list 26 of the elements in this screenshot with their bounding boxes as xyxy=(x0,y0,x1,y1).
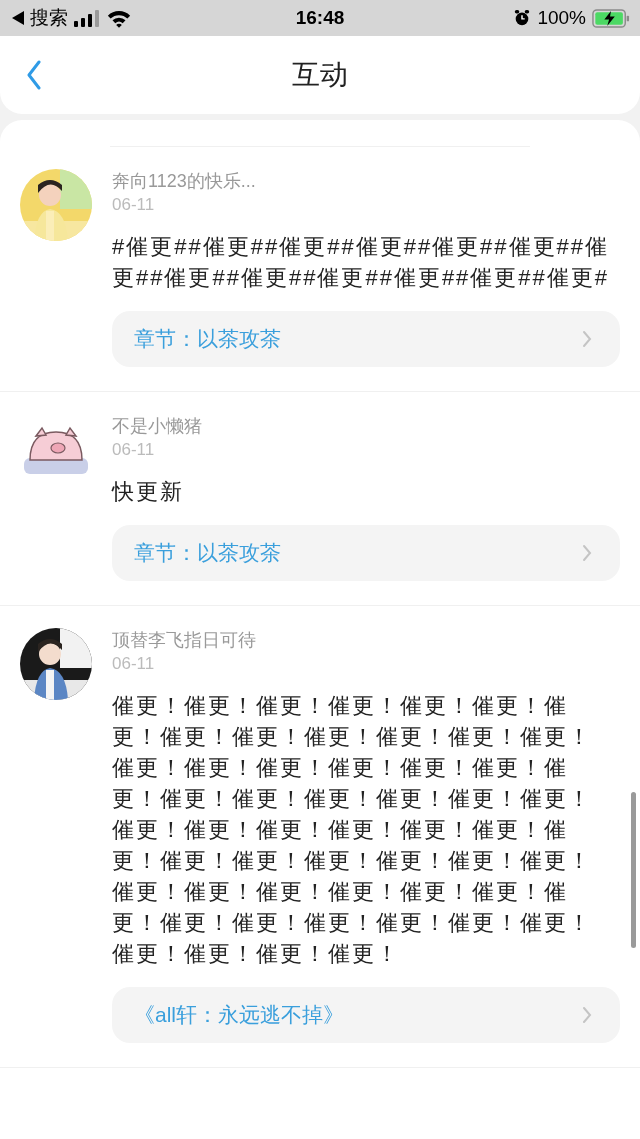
scrollbar[interactable] xyxy=(631,792,636,948)
chevron-right-icon xyxy=(582,330,592,348)
chapter-link[interactable]: 章节：以茶攻茶 xyxy=(112,525,620,581)
back-app-label[interactable]: 搜索 xyxy=(30,5,68,31)
user-name[interactable]: 顶替李飞指日可待 xyxy=(112,628,256,652)
comment-date: 06-11 xyxy=(112,194,155,216)
battery-charging-icon xyxy=(592,8,630,28)
comment-text: 催更！催更！催更！催更！催更！催更！催更！催更！催更！催更！催更！催更！催更！催更！催更！催更！催更！催更！催更！催更！催更！催更！催更！催更！催更！催更！催更！催更！催更！催更！催更！催更！催更！催更！催更！催更！催更！催更！催更！催更！催更！催更！催更！催更！催更！催更！催更！催更！催更！催更！催更！催更！催更！催更！催更！催更！ xyxy=(112,692,593,968)
clock-time: 16:48 xyxy=(294,7,346,29)
chevron-right-icon xyxy=(582,544,592,562)
chapter-link[interactable]: 章节：以茶攻茶 xyxy=(112,311,620,367)
chevron-right-icon xyxy=(582,1006,592,1024)
user-name[interactable]: 奔向1123的快乐... xyxy=(112,169,256,193)
battery-percent: 100% xyxy=(537,7,586,29)
back-icon[interactable] xyxy=(26,60,42,90)
back-arrow-icon[interactable] xyxy=(12,11,24,25)
comment-text: #催更##催更##催更##催更##催更##催更##催更##催更##催更##催更##催更##催更##催更# xyxy=(112,233,611,292)
wifi-icon xyxy=(106,8,132,28)
alarm-clock-icon xyxy=(513,9,532,27)
comment-text: 快更新 xyxy=(112,478,185,506)
comment-date: 06-11 xyxy=(112,439,155,461)
chapter-link[interactable]: 《all轩：永远逃不掉》 xyxy=(112,987,620,1043)
user-name[interactable]: 不是小懒猪 xyxy=(112,414,202,438)
comment-date: 06-11 xyxy=(112,653,155,675)
page-title: 互动 xyxy=(292,58,348,92)
signal-icon xyxy=(74,9,100,27)
